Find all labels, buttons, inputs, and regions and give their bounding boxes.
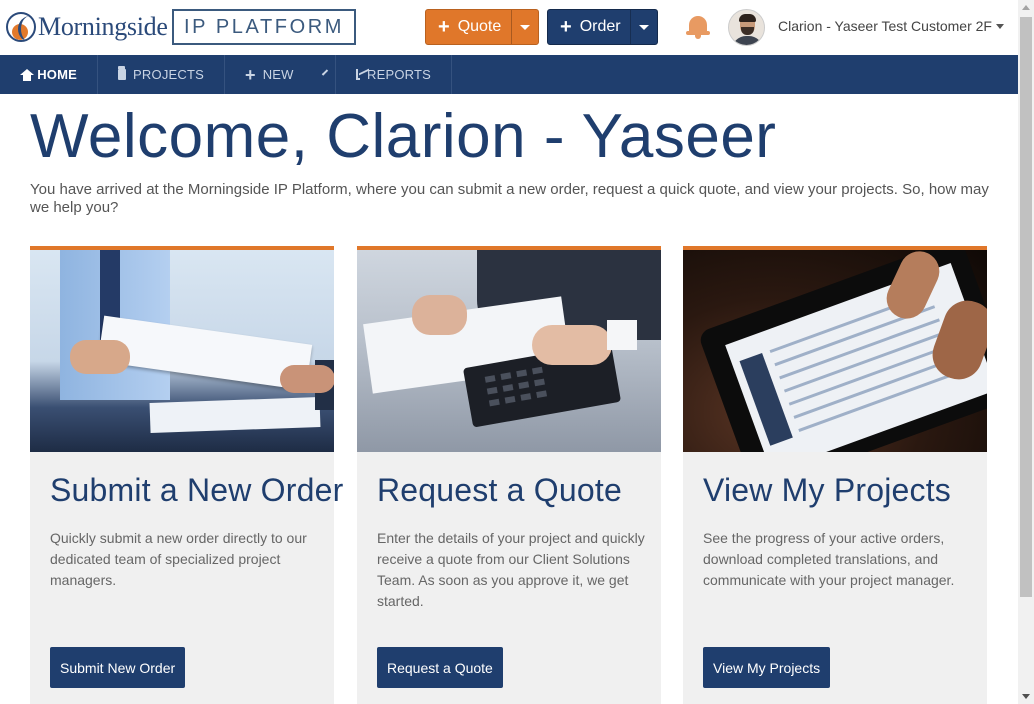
nav-item-reports[interactable]: REPORTS [336, 55, 452, 94]
vertical-scrollbar[interactable] [1018, 0, 1034, 704]
caret-down-icon [520, 24, 530, 30]
nav-item-label: NEW [262, 67, 294, 82]
view-projects-card: View My Projects See the progress of you… [683, 246, 987, 704]
nav-item-label: HOME [37, 67, 77, 82]
quote-button[interactable]: + Quote [426, 10, 511, 44]
card-title: View My Projects [703, 472, 952, 508]
avatar[interactable] [728, 9, 765, 46]
bell-icon[interactable] [686, 13, 710, 39]
card-title: Request a Quote [377, 472, 622, 508]
nav-item-new[interactable]: + NEW [225, 55, 336, 94]
card-description: See the progress of your active orders, … [703, 530, 955, 588]
quote-dropdown-toggle[interactable] [511, 10, 538, 44]
submit-order-card: Submit a New Order Quickly submit a new … [30, 246, 343, 704]
platform-label: IP PLATFORM [183, 15, 345, 38]
documents-handoff-image [30, 250, 334, 452]
scrollbar-thumb[interactable] [1020, 17, 1032, 597]
chart-icon [356, 69, 360, 80]
chevron-down-icon [321, 69, 328, 76]
nav-item-label: REPORTS [366, 67, 431, 82]
submit-new-order-button[interactable]: Submit New Order [50, 647, 186, 688]
request-quote-card: Request a Quote Enter the details of you… [357, 246, 661, 704]
request-quote-button[interactable]: Request a Quote [377, 647, 503, 688]
plus-icon: + [245, 64, 256, 85]
card-description: Enter the details of your project and qu… [377, 530, 645, 609]
order-dropdown-toggle[interactable] [630, 10, 657, 44]
order-button[interactable]: + Order [548, 10, 630, 44]
main-nav: HOME PROJECTS + NEW REPORTS [0, 55, 1018, 94]
logo-mark-icon [6, 12, 36, 42]
platform-badge: IP PLATFORM [172, 9, 356, 45]
intro-text: You have arrived at the Morningside IP P… [30, 181, 989, 216]
tablet-image [683, 250, 987, 452]
folder-icon [118, 66, 127, 80]
plus-icon: + [438, 16, 450, 38]
caret-down-icon [639, 24, 649, 30]
caret-down-icon[interactable] [996, 24, 1004, 29]
top-header: Morningside IP PLATFORM + Quote + Order … [0, 0, 1018, 55]
order-button-label: Order [579, 18, 621, 35]
nav-item-home[interactable]: HOME [0, 55, 98, 94]
card-title: Submit a New Order [50, 472, 344, 508]
nav-item-projects[interactable]: PROJECTS [98, 55, 225, 94]
scroll-down-icon[interactable] [1022, 694, 1030, 699]
logo-text: Morningside [38, 12, 168, 41]
calculator-image [357, 250, 661, 452]
user-menu-name[interactable]: Clarion - Yaseer Test Customer 2F [778, 18, 992, 34]
quote-button-label: Quote [457, 18, 502, 35]
page-title: Welcome, Clarion - Yaseer [30, 102, 777, 171]
scroll-up-icon[interactable] [1022, 5, 1030, 10]
view-my-projects-button[interactable]: View My Projects [703, 647, 831, 688]
order-split-button: + Order [547, 9, 658, 45]
nav-item-label: PROJECTS [133, 67, 204, 82]
home-icon [20, 68, 35, 81]
card-description: Quickly submit a new order directly to o… [50, 530, 307, 588]
quote-split-button: + Quote [425, 9, 539, 45]
plus-icon: + [560, 16, 572, 38]
morningside-logo[interactable]: Morningside [6, 8, 168, 46]
